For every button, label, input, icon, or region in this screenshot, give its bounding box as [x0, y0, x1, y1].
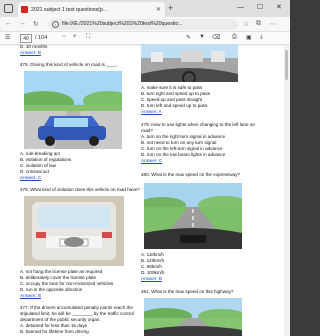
- close-window-button[interactable]: ✕: [276, 3, 282, 13]
- save-icon[interactable]: ▣: [246, 34, 252, 41]
- right-answer: Answer: A: [141, 109, 162, 114]
- car-illustration: [24, 71, 122, 149]
- refresh-icon[interactable]: ↻: [33, 20, 39, 28]
- forward-icon[interactable]: →: [19, 20, 26, 27]
- question-481: 481. What is the max speed on this highw…: [141, 289, 234, 294]
- dashboard-view-image: [141, 44, 238, 82]
- tab-title: 2021 subject 1 test questions(p...: [31, 6, 108, 13]
- highway-image: [144, 298, 242, 336]
- q477-option-b: B. banned for lifetime from driving: [20, 329, 89, 334]
- address-input[interactable]: i file:///E:/2021%20subject%201%20test%2…: [48, 19, 238, 30]
- fit-page-icon[interactable]: ⛶: [86, 34, 90, 41]
- tab-pdf[interactable]: 2021 subject 1 test questions(p... ✕: [18, 2, 165, 17]
- tab-close-icon[interactable]: ✕: [156, 6, 161, 13]
- scrollbar-thumb[interactable]: [285, 50, 288, 80]
- new-tab-icon[interactable]: +: [168, 3, 173, 13]
- highlight-icon[interactable]: ▼: [199, 34, 205, 40]
- tab-actions-icon[interactable]: [4, 4, 13, 13]
- q478-answer: Answer: B: [20, 293, 41, 298]
- eraser-icon[interactable]: ⌫: [212, 34, 220, 41]
- q479-answer: Answer: C: [141, 158, 163, 163]
- q480-answer: Answer: B: [141, 276, 162, 281]
- question-478: 478. What kind of violation does this ve…: [20, 187, 140, 192]
- license-plate-image: [24, 196, 124, 266]
- expressway-illustration: [144, 183, 242, 249]
- vertical-scrollbar[interactable]: [284, 46, 290, 336]
- browser-window: 2021 subject 1 test questions(p... ✕ + —…: [0, 0, 290, 336]
- back-icon[interactable]: ←: [5, 20, 12, 27]
- q475-answer: Answer: C: [20, 175, 42, 180]
- maximize-button[interactable]: ☐: [257, 3, 263, 13]
- collections-icon[interactable]: ⧉: [256, 20, 261, 28]
- left-prev-answer: Answer: B: [20, 50, 41, 55]
- question-480: 480. What is the max speed on the expres…: [141, 172, 241, 177]
- page-number-input[interactable]: 40: [20, 34, 32, 43]
- pdf-icon: [21, 6, 28, 13]
- favorite-icon[interactable]: ☆: [243, 20, 249, 28]
- print-icon[interactable]: ⎙: [232, 34, 237, 41]
- question-479-line1: 479. How to use lights when changing to …: [141, 122, 255, 127]
- zoom-out-icon[interactable]: −: [62, 34, 66, 40]
- expressway-image: [144, 183, 242, 249]
- address-bar-row: ← → ↻ i file:///E:/2021%20subject%201%20…: [0, 17, 290, 32]
- minimize-button[interactable]: —: [237, 3, 244, 13]
- car-rear-illustration: [24, 196, 124, 266]
- highway-illustration: [144, 298, 242, 336]
- more-icon[interactable]: ⋯: [270, 20, 277, 28]
- zoom-in-icon[interactable]: +: [73, 34, 77, 40]
- road-car-image: [24, 71, 122, 149]
- page-total: / 104: [35, 35, 48, 41]
- draw-icon[interactable]: ✎: [186, 34, 191, 41]
- question-475: 475. Driving this kind of vehicle on roa…: [20, 62, 118, 67]
- url-text: file:///E:/2021%20subject%201%20test%20q…: [62, 21, 183, 27]
- tab-bar: 2021 subject 1 test questions(p... ✕ + —…: [0, 0, 290, 17]
- save-as-icon[interactable]: ⤓: [260, 34, 263, 41]
- road-view-illustration: [141, 44, 238, 82]
- contents-icon[interactable]: ☰: [5, 34, 10, 41]
- info-icon[interactable]: i: [52, 21, 59, 28]
